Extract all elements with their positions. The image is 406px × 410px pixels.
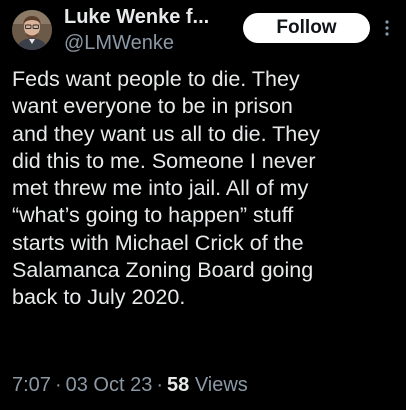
follow-button[interactable]: Follow xyxy=(243,13,370,43)
user-avatar-icon xyxy=(12,10,52,50)
tweet-text: Feds want people to die. They want every… xyxy=(12,66,398,312)
more-vertical-icon[interactable] xyxy=(380,15,394,41)
author-info: Luke Wenke f... @LMWenke xyxy=(64,4,244,56)
tweet-line: back to July 2020. xyxy=(12,285,186,310)
meta-separator: · xyxy=(54,374,62,396)
tweet-line: met threw me into jail. All of my xyxy=(12,176,309,201)
tweet-time[interactable]: 7:07 xyxy=(12,374,51,396)
tweet-line: starts with Michael Crick of the xyxy=(12,230,304,255)
tweet-card: Luke Wenke f... @LMWenke Follow Feds wan… xyxy=(0,0,406,410)
tweet-line: did this to me. Someone I never xyxy=(12,148,316,173)
tweet-date[interactable]: 03 Oct 23 xyxy=(66,374,153,396)
tweet-line: want everyone to be in prison xyxy=(12,94,293,119)
author-display-name[interactable]: Luke Wenke f... xyxy=(64,4,244,30)
tweet-line: and they want us all to die. They xyxy=(12,121,320,146)
views-label: Views xyxy=(194,374,248,396)
tweet-meta: 7:07 · 03 Oct 23 · 58 Views xyxy=(12,372,248,398)
tweet-line: “what’s going to happen” stuff xyxy=(12,203,294,228)
author-handle[interactable]: @LMWenke xyxy=(64,30,244,56)
tweet-line: Feds want people to die. They xyxy=(12,67,300,91)
meta-separator: · xyxy=(156,374,163,396)
author-avatar[interactable] xyxy=(12,10,52,50)
views-count[interactable]: 58 xyxy=(167,374,189,396)
tweet-line: Salamanca Zoning Board going xyxy=(12,258,314,283)
